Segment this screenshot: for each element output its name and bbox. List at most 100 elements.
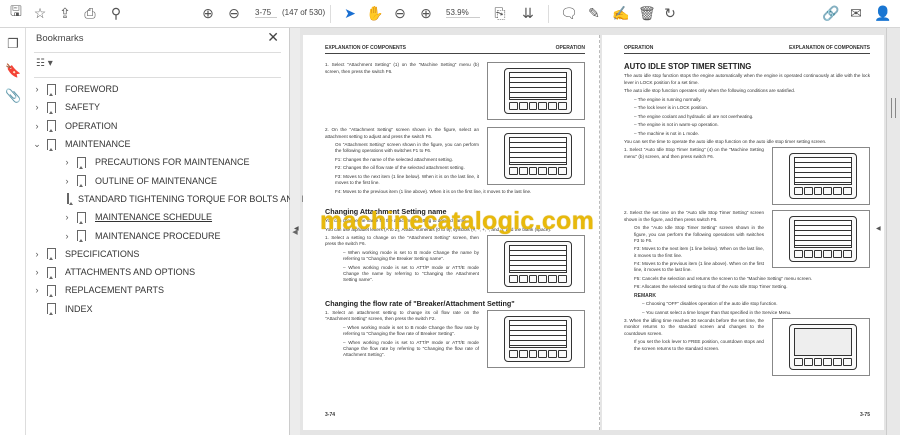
share-link-icon[interactable]: 🔗 [822,4,839,22]
bookmark-item[interactable]: › MAINTENANCE PROCEDURE [26,226,290,244]
add-user-icon[interactable]: 👤 [874,4,891,22]
print-icon[interactable]: ⎙ [82,4,98,22]
next-arrow-icon[interactable]: ◀ [876,225,881,232]
bookmark-label: MAINTENANCE PROCEDURE [95,230,221,241]
divider [330,5,331,23]
bookmark-label: ATTACHMENTS AND OPTIONS [65,267,196,278]
f5-text: F5: Cancels the selection and returns th… [634,275,813,281]
chevron-right-icon[interactable]: › [62,231,72,241]
bookmark-icon [67,193,73,206]
close-icon[interactable]: ✕ [267,29,279,46]
bookmark-item[interactable]: › OPERATION [26,117,290,135]
bookmark-label: PRECAUTIONS FOR MAINTENANCE [95,157,250,168]
chevron-right-icon[interactable]: › [32,84,42,94]
bookmarks-icon[interactable]: 🔖 [5,63,21,79]
search-icon[interactable]: ⚲ [108,4,124,22]
bookmark-item[interactable]: ⌄ MAINTENANCE [26,135,290,153]
figure-timer-setting [772,210,870,269]
bookmark-icon [47,284,56,297]
page-number-input[interactable]: 3-75 [255,8,277,18]
divider [34,52,281,53]
bookmark-label: SAFETY [65,102,101,113]
figure-flow-rate [487,310,585,369]
f6-text: F6: Allocates the selected setting to th… [634,284,788,290]
scrollbar-thumb[interactable] [891,98,896,118]
draw-icon[interactable]: ✍ [612,4,629,22]
save-icon[interactable]: 🖫 [8,3,24,22]
bookmark-icon [77,230,86,243]
bookmark-item[interactable]: › SAFETY [26,98,290,116]
chevron-right-icon[interactable]: › [62,176,72,186]
prev-arrow-icon[interactable]: ◀ [294,225,299,232]
figure-countdown-screen [772,318,870,377]
panel-title: Bookmarks [36,33,84,44]
chevron-right-icon[interactable]: › [32,121,42,131]
figure-machine-setting [487,62,585,121]
bookmark-item[interactable]: INDEX [26,300,290,318]
delete-icon[interactable]: 🗑 [638,4,656,22]
header-left: EXPLANATION OF COMPONENTS [325,45,407,51]
remark-heading: REMARK [634,292,656,299]
side-rail: ❐ 🔖 📎 [0,28,26,435]
page-number-footer: 3-75 [859,411,870,418]
bookmark-icon [47,101,56,114]
chevron-down-icon[interactable]: ⌄ [32,139,42,150]
pages-thumbnail-icon[interactable]: ❐ [5,36,21,52]
page-header: OPERATION EXPLANATION OF COMPONENTS [624,45,870,55]
comment-icon[interactable]: 🗨 [560,4,578,22]
bookmark-icon [47,120,56,133]
bookmark-label: OPERATION [65,120,118,131]
bookmark-star-icon[interactable]: ☆ [32,4,48,22]
chevron-right-icon[interactable]: › [62,157,72,167]
f4-text: F4: Moves to the previous item (1 line a… [335,188,532,194]
bookmark-item[interactable]: STANDARD TIGHTENING TORQUE FOR BOLTS AND… [26,190,326,208]
bookmark-item[interactable]: › ATTACHMENTS AND OPTIONS [26,263,290,281]
remark-item: – You cannot select a time longer than t… [642,309,792,315]
condition: – The machine is not in L mode. [634,130,700,136]
zoom-level-select[interactable]: 53.9% [446,8,480,18]
highlight-pen-icon[interactable]: ✎ [586,4,602,22]
bookmark-list: › FOREWORD › SAFETY › OPERATION ⌄ MAINTENANCE › P… [26,80,326,318]
bookmark-item[interactable]: › FOREWORD [26,80,290,98]
bookmark-options-button[interactable]: ☷ ▾ [36,58,53,69]
chevron-right-icon[interactable]: › [32,102,42,112]
email-icon[interactable]: ✉ [848,4,864,22]
previous-page-icon[interactable]: ⊕ [200,4,216,22]
scroll-mode-icon[interactable]: ⇊ [520,4,536,22]
next-page-icon[interactable]: ⊖ [226,4,242,22]
bookmark-icon [77,175,86,188]
bookmark-item[interactable]: › OUTLINE OF MAINTENANCE [26,171,290,189]
chevron-right-icon[interactable]: › [62,212,72,222]
chevron-right-icon[interactable]: › [32,267,42,277]
hand-tool-icon[interactable]: ✋ [366,4,383,22]
chevron-right-icon[interactable]: › [32,285,42,295]
bookmark-label: MAINTENANCE SCHEDULE [95,212,213,223]
header-right: OPERATION [555,45,585,51]
select-cursor-icon[interactable]: ➤ [342,4,358,22]
bookmarks-panel: Bookmarks ✕ ☷ ▾ › FOREWORD › SAFETY › OPERATI… [26,28,326,435]
page-header: EXPLANATION OF COMPONENTS OPERATION [325,45,585,55]
section-title: AUTO IDLE STOP TIMER SETTING [624,62,752,72]
divider [34,77,281,78]
attachment-paperclip-icon[interactable]: 📎 [5,88,21,104]
bookmark-item[interactable]: › MAINTENANCE SCHEDULE [26,208,290,226]
bookmark-label: SPECIFICATIONS [65,248,140,259]
upload-cloud-icon[interactable]: ⇪ [57,4,73,22]
bookmark-label: INDEX [65,303,93,314]
bookmark-item[interactable]: › PRECAUTIONS FOR MAINTENANCE [26,153,290,171]
vertical-scrollbar[interactable] [886,28,900,435]
zoom-out-icon[interactable]: ⊖ [392,4,408,22]
toolbar: 🖫 ☆ ⇪ ⎙ ⚲ ⊕ ⊖ 3-75 (147 of 530) ➤ ✋ ⊖ ⊕ … [0,0,900,28]
rotate-icon[interactable]: ↻ [662,4,678,22]
condition: – The lock lever is in LOCK position. [634,105,708,111]
bookmark-item[interactable]: › REPLACEMENT PARTS [26,281,290,299]
bookmark-item[interactable]: › SPECIFICATIONS [26,245,290,263]
zoom-in-icon[interactable]: ⊕ [418,4,434,22]
watermark: machinecatalogic.com [320,207,595,235]
header-right: EXPLANATION OF COMPONENTS [788,45,870,51]
page-fit-icon[interactable]: ⎘ [492,4,508,22]
bookmark-label: STANDARD TIGHTENING TORQUE FOR BOLTS AND… [78,193,327,204]
pdf-page-right: OPERATION EXPLANATION OF COMPONENTS AUTO … [602,35,884,430]
bookmark-label: FOREWORD [65,84,119,95]
chevron-right-icon[interactable]: › [32,249,42,259]
